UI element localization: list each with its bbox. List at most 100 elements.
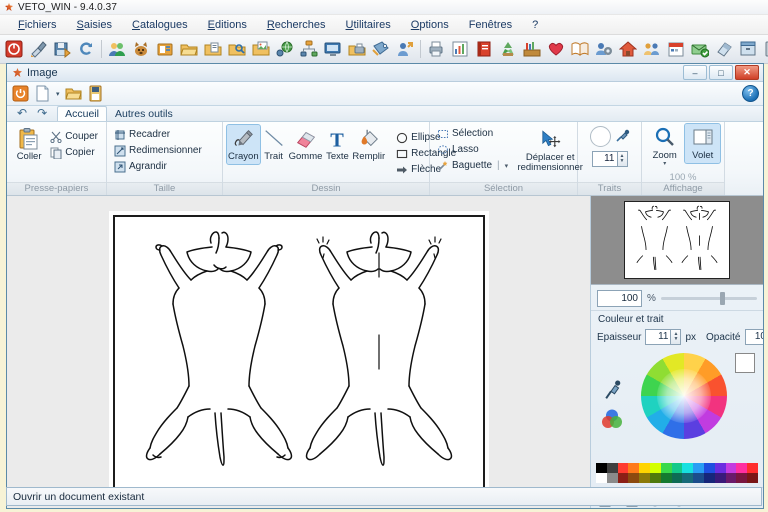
swatch[interactable] — [607, 463, 618, 473]
swatch[interactable] — [726, 473, 737, 483]
swatch[interactable] — [618, 463, 629, 473]
tab-autres-outils[interactable]: Autres outils — [107, 106, 181, 121]
menu-options[interactable]: Options — [401, 17, 459, 33]
paste-button[interactable]: Coller — [11, 125, 47, 164]
zoom-slider[interactable] — [661, 291, 757, 306]
swatch[interactable] — [628, 473, 639, 483]
book-icon[interactable] — [473, 38, 495, 60]
swatch[interactable] — [747, 463, 758, 473]
menu-recherches[interactable]: Recherches — [257, 17, 336, 33]
menu-fichiers[interactable]: FFichiersichiers — [8, 17, 67, 33]
selection-button[interactable]: Sélection — [434, 126, 512, 141]
chart-icon[interactable] — [449, 38, 471, 60]
enlarge-button[interactable]: Agrandir — [111, 159, 206, 174]
group-icon[interactable] — [641, 38, 663, 60]
thickness-input[interactable]: 11 — [645, 329, 671, 345]
swatch[interactable] — [747, 473, 758, 483]
swatch[interactable] — [704, 463, 715, 473]
swatch[interactable] — [736, 473, 747, 483]
menu-fenetres[interactable]: Fenêtres — [459, 17, 522, 33]
swatch[interactable] — [650, 463, 661, 473]
open-book-icon[interactable] — [569, 38, 591, 60]
monitor-icon[interactable] — [322, 38, 344, 60]
fill-tool-button[interactable]: Remplir — [351, 125, 386, 164]
redo-icon[interactable]: ↷ — [37, 106, 47, 120]
lasso-button[interactable]: Lasso — [434, 142, 512, 157]
print-icon[interactable] — [425, 38, 447, 60]
thickness-spinner[interactable]: 11 ▲▼ — [645, 329, 681, 345]
stroke-thickness-input[interactable]: 11 — [592, 151, 618, 167]
line-tool-button[interactable]: Trait — [261, 125, 287, 164]
chevron-down-icon[interactable]: ▾ — [56, 90, 60, 98]
swatch[interactable] — [618, 473, 629, 483]
eyedropper-icon[interactable] — [601, 377, 625, 404]
swatch[interactable] — [639, 463, 650, 473]
chevron-down-icon[interactable]: ▾ — [663, 161, 666, 167]
stroke-thickness-stepper[interactable]: ▲▼ — [618, 151, 628, 167]
mail-check-icon[interactable] — [689, 38, 711, 60]
recycle-icon[interactable] — [497, 38, 519, 60]
canvas-area[interactable] — [7, 196, 590, 508]
globe-network-icon[interactable] — [274, 38, 296, 60]
swatch[interactable] — [650, 473, 661, 483]
crop-button[interactable]: Recadrer — [111, 127, 206, 142]
color-wheel[interactable] — [641, 353, 727, 439]
text-tool-button[interactable]: T Texte — [324, 125, 350, 164]
home-icon[interactable] — [617, 38, 639, 60]
cut-button[interactable]: Couper — [47, 129, 102, 144]
drawing-canvas[interactable] — [113, 215, 485, 489]
magic-wand-button[interactable]: Baguette | ▾ — [434, 158, 512, 173]
panel-toggle-button[interactable]: Volet — [685, 124, 720, 163]
opacity-input[interactable]: 100 — [745, 329, 764, 345]
swatch[interactable] — [726, 463, 737, 473]
zoom-value-input[interactable]: 100 — [597, 290, 642, 307]
stop-icon[interactable] — [3, 38, 25, 60]
swatch[interactable] — [607, 473, 618, 483]
animal-icon[interactable] — [130, 38, 152, 60]
current-stroke-color-swatch[interactable] — [590, 126, 611, 147]
thumbnail-preview[interactable] — [591, 196, 763, 285]
rgb-mixer-icon[interactable] — [601, 409, 623, 429]
maximize-button[interactable]: □ — [709, 65, 733, 80]
menu-utilitaires[interactable]: Utilitaires — [336, 17, 401, 33]
refresh-icon[interactable] — [75, 38, 97, 60]
sitemap-icon[interactable] — [298, 38, 320, 60]
calculator-icon[interactable] — [761, 38, 768, 60]
swatch[interactable] — [596, 473, 607, 483]
undo-icon[interactable]: ↶ — [17, 106, 27, 120]
help-icon[interactable]: ? — [742, 85, 759, 102]
swatch[interactable] — [704, 473, 715, 483]
zoom-button[interactable]: Zoom ▾ — [646, 124, 683, 169]
zoom-slider-handle[interactable] — [720, 292, 725, 305]
paint-brush-icon[interactable] — [27, 38, 49, 60]
menu-saisies[interactable]: Saisies — [67, 17, 122, 33]
swatch[interactable] — [693, 473, 704, 483]
save-disk-icon[interactable] — [51, 38, 73, 60]
bookshelf-icon[interactable] — [521, 38, 543, 60]
swatch[interactable] — [715, 473, 726, 483]
swatch[interactable] — [682, 463, 693, 473]
menu-help[interactable]: ? — [522, 17, 548, 33]
opacity-spinner[interactable]: 100 ▲▼ — [745, 329, 764, 345]
power-icon[interactable] — [11, 84, 30, 103]
swatch[interactable] — [661, 463, 672, 473]
current-color-swatch[interactable] — [735, 353, 755, 373]
swatch[interactable] — [661, 473, 672, 483]
user-add-icon[interactable] — [394, 38, 416, 60]
label-tag-icon[interactable] — [370, 38, 392, 60]
menu-editions[interactable]: Editions — [198, 17, 257, 33]
swatch[interactable] — [672, 463, 683, 473]
swatch[interactable] — [639, 473, 650, 483]
open-folder-icon[interactable] — [178, 38, 200, 60]
swatch[interactable] — [682, 473, 693, 483]
close-button[interactable]: ✕ — [735, 65, 759, 80]
folder-doc-icon[interactable] — [202, 38, 224, 60]
swatch[interactable] — [628, 463, 639, 473]
swatch[interactable] — [596, 463, 607, 473]
clients-icon[interactable] — [106, 38, 128, 60]
user-gear-icon[interactable] — [593, 38, 615, 60]
thickness-stepper[interactable]: ▲▼ — [671, 329, 681, 345]
swatch[interactable] — [736, 463, 747, 473]
move-resize-button[interactable]: Déplacer et redimensionner — [518, 126, 582, 175]
eraser-tool-button[interactable]: Gomme — [288, 125, 324, 164]
